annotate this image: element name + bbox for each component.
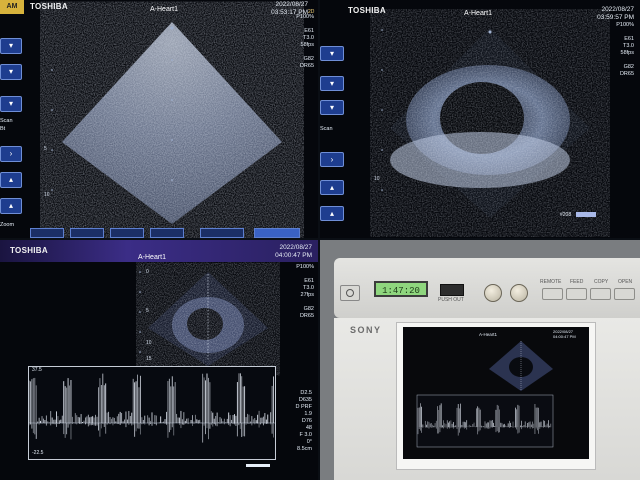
power-icon: [346, 289, 354, 297]
scale-bar: [246, 464, 270, 467]
doppler-scale-top: 37.5: [32, 367, 42, 373]
printout-image: A-Heart1 2022/08/27 04:00:47 PM: [403, 327, 589, 459]
sector-image: 5 10: [44, 22, 282, 224]
push-out-label: PUSH OUT: [438, 297, 464, 303]
ultrasound-screen-2: TOSHIBA A-Heart1 2022/08/27 03:59:57 PM …: [320, 0, 640, 238]
feed-button[interactable]: [566, 288, 587, 300]
power-button[interactable]: [340, 285, 360, 301]
doppler-waveform: [29, 373, 275, 443]
copy-button[interactable]: [590, 288, 611, 300]
open-label: OPEN: [618, 279, 633, 285]
doppler-scale-bottom: -22.5: [32, 450, 44, 456]
toolbar-button-3[interactable]: [110, 228, 144, 238]
toolbar-button-1[interactable]: [30, 228, 64, 238]
doppler-spectrum: [28, 366, 276, 460]
svg-text:10: 10: [374, 176, 380, 182]
printout-time-text: 04:00:47 PM: [553, 334, 576, 339]
ultrasound-screen-1: TOSHIBA A-Heart1 2022/08/27 03:53:17 PM …: [0, 0, 318, 238]
svg-text:10: 10: [44, 192, 50, 198]
printer-lcd: 1:47:20: [374, 281, 428, 297]
toolbar-button-6[interactable]: [254, 228, 300, 238]
open-button[interactable]: [614, 288, 635, 300]
depth-mark-0: 0: [146, 269, 149, 275]
printout: A-Heart1 2022/08/27 04:00:47 PM: [396, 322, 596, 470]
doppler-params: D2.5 D635 D PRF 1.9 D76 48 F 3.0 0° 8.5c…: [295, 390, 313, 452]
video-printer-photo: 1:47:20 PUSH OUT REMOTE FEED COPY OPEN S…: [320, 240, 640, 480]
toolbar-button-5[interactable]: [200, 228, 244, 238]
contrast-knob[interactable]: [484, 284, 502, 302]
copy-label: COPY: [594, 279, 609, 285]
remote-button[interactable]: [542, 288, 563, 300]
ultrasound-screen-3: TOSHIBA A-Heart1 2022/08/27 04:00:47 PM …: [0, 240, 318, 480]
depth-mark-15: 15: [146, 356, 152, 362]
printer-brand: SONY: [350, 325, 382, 335]
sector-image: 10: [374, 28, 596, 218]
toolbar-button-4[interactable]: [150, 228, 184, 238]
remote-label: REMOTE: [540, 279, 562, 285]
push-out-button[interactable]: [440, 284, 464, 296]
depth-mark-10: 10: [146, 340, 152, 346]
feed-label: FEED: [570, 279, 584, 285]
printout-scan: [416, 341, 554, 448]
printout-date: 2022/08/27 04:00:47 PM: [553, 329, 576, 339]
printout-title: A-Heart1: [479, 332, 498, 337]
toolbar-button-2[interactable]: [70, 228, 104, 238]
depth-mark-5: 5: [146, 308, 149, 314]
svg-text:5: 5: [44, 146, 47, 152]
frame-counter: #208: [560, 212, 572, 218]
brightness-knob[interactable]: [510, 284, 528, 302]
